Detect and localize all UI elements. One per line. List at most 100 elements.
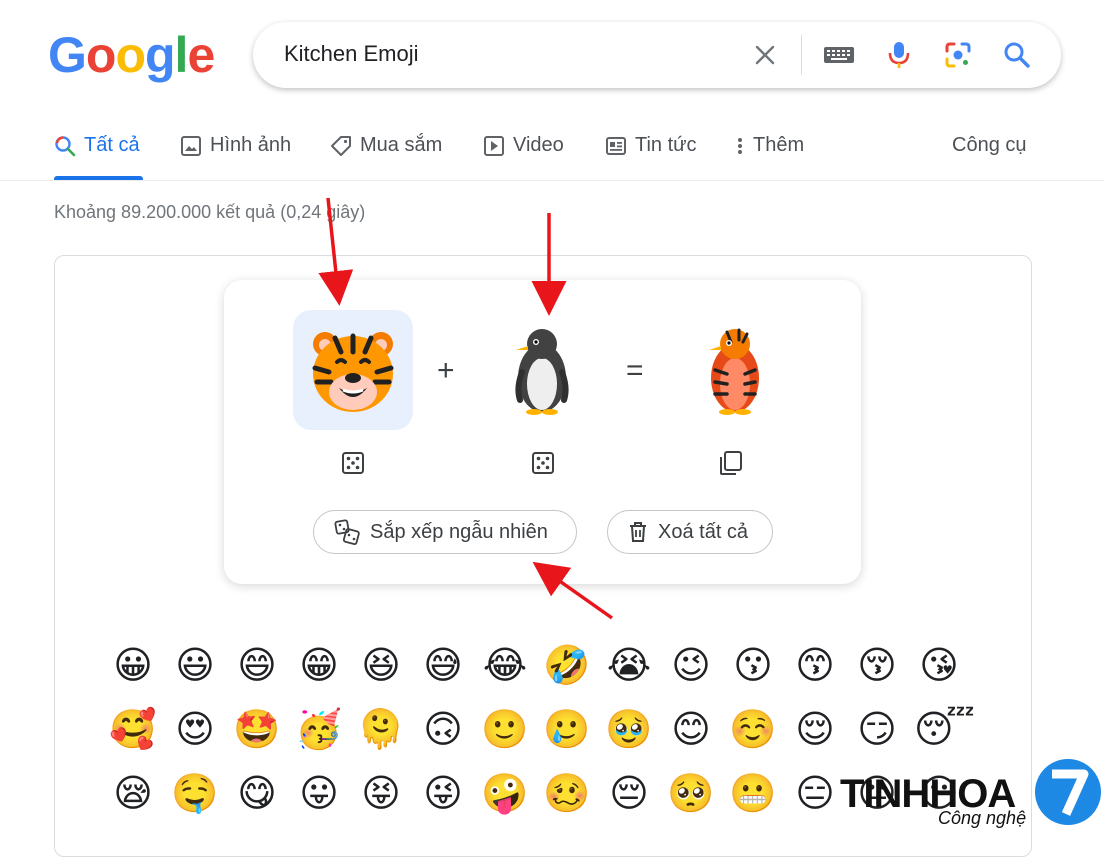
emoji-option[interactable]: 😂 — [480, 640, 530, 690]
tag-icon — [331, 135, 351, 156]
emoji-option[interactable]: 😄 — [232, 640, 282, 690]
emoji-option[interactable]: 😴 — [914, 704, 975, 754]
tab-label: Tin tức — [635, 134, 697, 156]
dice-pair-icon — [334, 519, 360, 545]
emoji-slot-1[interactable] — [293, 310, 413, 430]
tab-label: Thêm — [753, 134, 805, 156]
randomize-label: Sắp xếp ngẫu nhiên — [370, 520, 548, 543]
emoji-option[interactable]: 🤩 — [232, 704, 282, 754]
news-icon — [606, 136, 626, 155]
emoji-option[interactable]: 🤪 — [480, 768, 530, 818]
copy-icon[interactable] — [716, 448, 746, 478]
emoji-option[interactable]: 😚 — [852, 640, 902, 690]
tabs-divider — [0, 180, 1104, 181]
emoji-option[interactable]: 🥳 — [294, 704, 344, 754]
emoji-option[interactable]: 🥲 — [542, 704, 592, 754]
search-icon[interactable] — [1002, 40, 1032, 70]
emoji-option[interactable]: 😭 — [604, 640, 654, 690]
search-tabs: Tất cả Hình ảnh Mua sắm Video Tin tức Th… — [0, 128, 1104, 180]
tab-video[interactable]: Video — [483, 134, 564, 157]
tab-label: Tất cả — [84, 134, 140, 156]
tab-news[interactable]: Tin tức — [605, 134, 697, 157]
plus-sign: + — [437, 354, 455, 387]
emoji-option[interactable]: 😪 — [108, 768, 158, 818]
tinhhoa-logo-badge — [1035, 759, 1101, 825]
emoji-option[interactable]: 🫠 — [356, 704, 406, 754]
randomize-dice-icon[interactable] — [528, 448, 558, 478]
keyboard-icon[interactable] — [822, 40, 856, 70]
logo-letter: e — [187, 27, 215, 83]
emoji-option[interactable]: ☺️ — [728, 704, 778, 754]
tab-images[interactable]: Hình ảnh — [180, 134, 291, 157]
emoji-option[interactable]: 🙂 — [480, 704, 530, 754]
search-icon — [55, 135, 76, 156]
emoji-option[interactable]: 🥴 — [542, 768, 592, 818]
play-icon — [484, 135, 504, 156]
emoji-option[interactable]: 😌 — [790, 704, 840, 754]
emoji-option[interactable]: 😏 — [852, 704, 902, 754]
logo-letter: g — [145, 27, 176, 83]
emoji-option[interactable]: 😑 — [790, 768, 840, 818]
watermark-subtitle: Công nghệ — [938, 808, 1027, 828]
tools-label: Công cụ — [952, 134, 1027, 156]
emoji-option[interactable]: 🙃 — [418, 704, 468, 754]
search-input[interactable]: Kitchen Emoji — [284, 41, 419, 67]
emoji-option[interactable]: 😘 — [914, 640, 964, 690]
emoji-option[interactable]: 🥹 — [604, 704, 654, 754]
microphone-icon[interactable] — [884, 40, 914, 70]
logo-letter: G — [48, 27, 87, 83]
tab-label: Video — [513, 134, 564, 156]
emoji-option[interactable]: 😅 — [418, 640, 468, 690]
google-logo[interactable]: Google — [48, 26, 215, 84]
emoji-option[interactable]: 😃 — [170, 640, 220, 690]
emoji-option[interactable]: 😙 — [790, 640, 840, 690]
emoji-slot-2[interactable] — [482, 310, 602, 430]
emoji-option[interactable]: 😬 — [728, 768, 778, 818]
emoji-kitchen-card: + = Sắp xếp ngẫu nhiên Xoá tất cả — [224, 280, 861, 584]
emoji-option[interactable]: 😉 — [666, 640, 716, 690]
emoji-option[interactable]: 😝 — [356, 768, 406, 818]
tools-button[interactable]: Công cụ — [952, 134, 1027, 157]
logo-letter: o — [85, 27, 117, 83]
emoji-option[interactable]: 🥺 — [666, 768, 716, 818]
emoji-option[interactable]: 😁 — [294, 640, 344, 690]
emoji-option[interactable]: 🥰 — [108, 704, 158, 754]
emoji-result[interactable] — [673, 310, 793, 430]
tab-shopping[interactable]: Mua sắm — [330, 134, 442, 157]
emoji-option[interactable]: 😔 — [604, 768, 654, 818]
emoji-option[interactable]: 🤣 — [542, 640, 592, 690]
randomize-dice-icon[interactable] — [338, 448, 368, 478]
emoji-option[interactable]: 😍 — [170, 704, 220, 754]
more-vert-icon — [738, 137, 742, 154]
tab-label: Mua sắm — [360, 134, 443, 156]
emoji-option[interactable]: 😆 — [356, 640, 406, 690]
google-lens-icon[interactable] — [943, 40, 973, 70]
emoji-option[interactable]: 😛 — [294, 768, 344, 818]
emoji-option[interactable]: 😀 — [108, 640, 158, 690]
close-icon[interactable] — [750, 40, 780, 70]
randomize-button[interactable]: Sắp xếp ngẫu nhiên — [313, 510, 577, 554]
equals-sign: = — [626, 354, 644, 387]
results-count: Khoảng 89.200.000 kết quả (0,24 giây) — [54, 202, 366, 222]
clear-all-label: Xoá tất cả — [658, 520, 749, 543]
logo-letter: o — [115, 27, 146, 83]
emoji-option[interactable]: 😋 — [232, 768, 282, 818]
tab-more[interactable]: Thêm — [735, 134, 804, 157]
emoji-row: 😀 😃 😄 😁 😆 😅 😂 🤣 😭 😉 😗 😙 😚 😘 — [108, 640, 988, 690]
search-divider — [801, 35, 802, 75]
logo-letter: l — [174, 27, 189, 83]
emoji-option[interactable]: 😗 — [728, 640, 778, 690]
search-box[interactable]: Kitchen Emoji — [253, 22, 1061, 88]
tab-label: Hình ảnh — [210, 134, 292, 156]
tinhhoa-watermark: TINHHOA Công nghệ — [840, 759, 1104, 837]
trash-icon — [630, 522, 646, 542]
clear-all-button[interactable]: Xoá tất cả — [607, 510, 773, 554]
emoji-option[interactable]: 😜 — [418, 768, 468, 818]
tiger-penguin-result-emoji — [709, 328, 759, 415]
image-icon — [181, 135, 201, 156]
tiger-face-emoji — [312, 332, 394, 412]
emoji-option[interactable]: 🤤 — [170, 768, 220, 818]
penguin-emoji — [515, 329, 569, 415]
tab-all[interactable]: Tất cả — [54, 134, 140, 157]
emoji-option[interactable]: 😊 — [666, 704, 716, 754]
